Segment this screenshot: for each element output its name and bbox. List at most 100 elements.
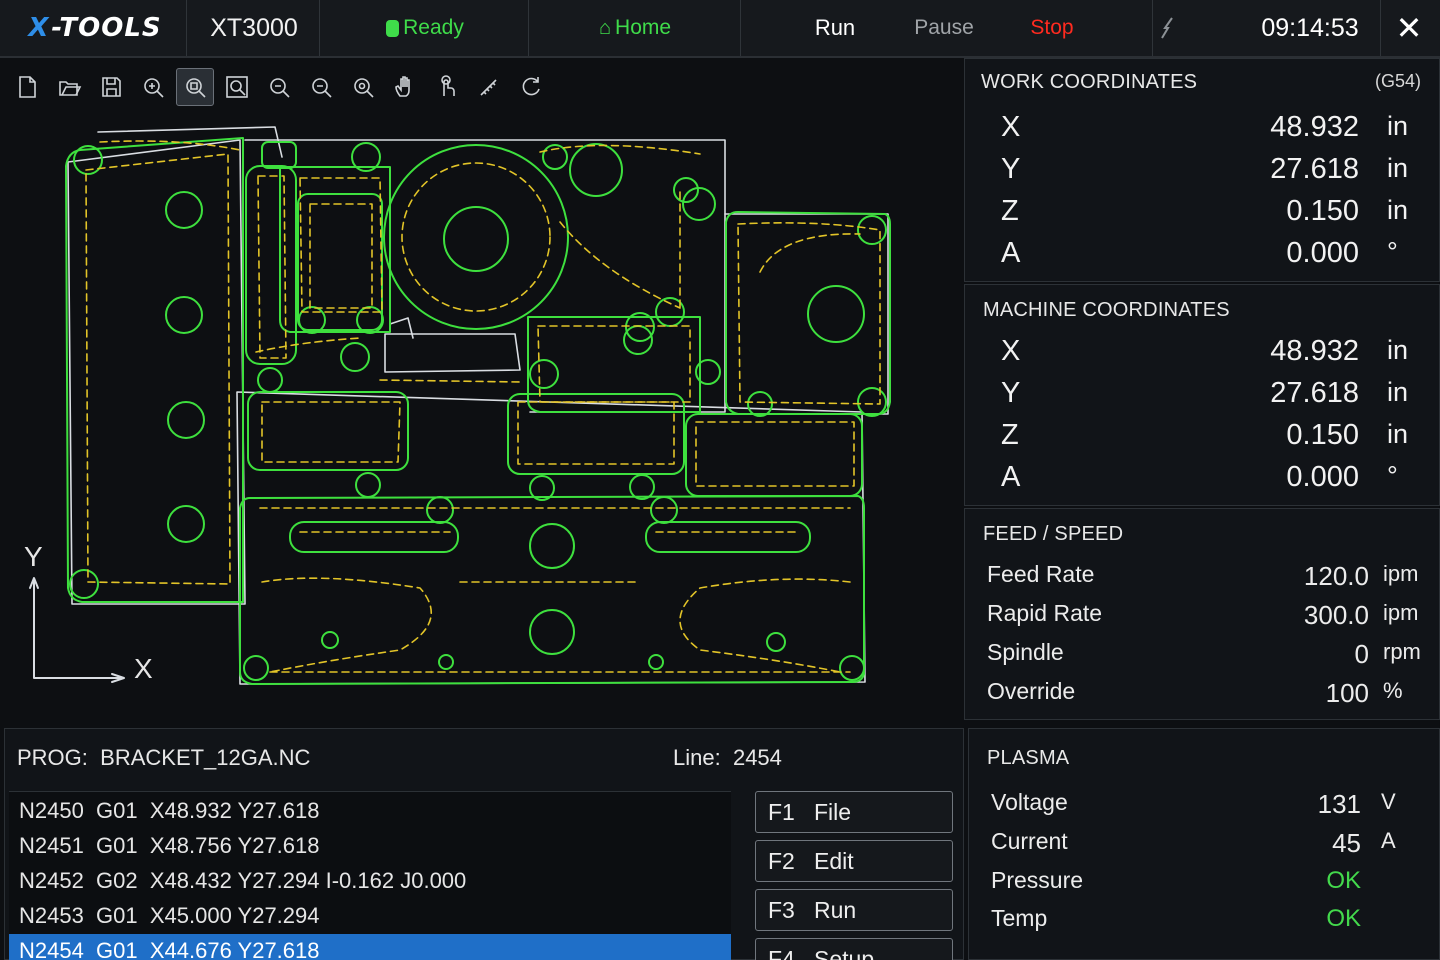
f4-setup-button[interactable]: F4 Setup xyxy=(755,938,953,960)
machine-a-row: A 0.000 ° xyxy=(965,461,1439,501)
work-y-value: 27.618 xyxy=(1270,153,1359,185)
f3-run-button[interactable]: F3 Run xyxy=(755,889,953,931)
work-a-value: 0.000 xyxy=(1286,237,1359,269)
feed-rate-row: Feed Rate 120.0 ipm xyxy=(965,561,1439,597)
fkey-label: Edit xyxy=(814,848,854,874)
work-y-row: Y 27.618 in xyxy=(965,153,1439,193)
axis-x-label: X xyxy=(134,653,153,684)
logo-x: X xyxy=(28,13,50,43)
pause-button[interactable]: Pause xyxy=(898,0,990,56)
spindle-unit: rpm xyxy=(1383,639,1421,664)
open-file-icon[interactable] xyxy=(50,68,88,106)
work-coordinates-panel: WORK COORDINATES (G54) X 48.932 in Y 27.… xyxy=(964,58,1440,282)
line-label: Line: xyxy=(673,745,721,770)
new-file-icon[interactable] xyxy=(8,68,46,106)
gcode-line[interactable]: N2453 G01 X45.000 Y27.294 xyxy=(9,899,731,933)
zoom-out-icon[interactable] xyxy=(302,68,340,106)
program-name: PROG: BRACKET_12GA.NC xyxy=(17,745,310,771)
machine-z-row: Z 0.150 in xyxy=(965,419,1439,459)
temp-status: OK xyxy=(1326,905,1361,932)
unit-label: in xyxy=(1387,419,1409,449)
run-button[interactable]: Run xyxy=(790,0,880,56)
zoom-in-icon[interactable] xyxy=(134,68,172,106)
stop-button[interactable]: Stop xyxy=(1008,0,1096,56)
axis-label: X xyxy=(1001,335,1021,367)
work-z-value: 0.150 xyxy=(1286,195,1359,227)
gcode-line[interactable]: N2451 G01 X48.756 Y27.618 xyxy=(9,829,731,863)
home-label: Home xyxy=(615,16,672,39)
pressure-status: OK xyxy=(1326,867,1361,894)
temp-label: Temp xyxy=(991,905,1048,931)
voltage-row: Voltage 131 V xyxy=(969,789,1439,825)
zoom-fit-icon[interactable] xyxy=(218,68,256,106)
program-filename: BRACKET_12GA.NC xyxy=(100,745,311,770)
unit-label: in xyxy=(1387,111,1409,141)
f2-edit-button[interactable]: F2 Edit xyxy=(755,840,953,882)
home-icon: ⌂ xyxy=(598,16,612,39)
clock: 09:14:53 xyxy=(1261,13,1359,42)
zoom-window-icon[interactable] xyxy=(176,68,214,106)
fkey-number: F2 xyxy=(768,848,795,874)
unit-label: in xyxy=(1387,377,1409,407)
work-z-row: Z 0.150 in xyxy=(965,195,1439,235)
work-x-value: 48.932 xyxy=(1270,111,1359,143)
signal-icon xyxy=(1150,0,1186,56)
line-number: 2454 xyxy=(732,745,782,770)
machine-x-value: 48.932 xyxy=(1270,335,1359,367)
spindle-label: Spindle xyxy=(987,639,1064,665)
save-file-icon[interactable] xyxy=(92,68,130,106)
current-row: Current 45 A xyxy=(969,828,1439,864)
fkey-number: F3 xyxy=(768,897,795,923)
f1-file-button[interactable]: F1 File xyxy=(755,791,953,833)
gcode-line-current[interactable]: N2454 G01 X44.676 Y27.618 xyxy=(9,934,731,960)
status-icon xyxy=(386,19,400,37)
fkey-label: Setup xyxy=(814,946,875,960)
voltage-label: Voltage xyxy=(991,789,1068,815)
axis-label: Z xyxy=(1001,195,1019,227)
axis-label: Z xyxy=(1001,419,1019,451)
close-button[interactable]: ✕ xyxy=(1384,0,1434,56)
override-label: Override xyxy=(987,678,1076,704)
feed-rate-value: 120.0 xyxy=(1303,561,1369,591)
machine-coordinates-panel: MACHINE COORDINATES X 48.932 in Y 27.618… xyxy=(964,284,1440,506)
voltage-unit: V xyxy=(1381,789,1396,814)
program-label: PROG: xyxy=(17,745,88,770)
spindle-value: 0 xyxy=(1354,639,1369,669)
reset-view-icon[interactable] xyxy=(512,68,550,106)
program-panel: PROG: BRACKET_12GA.NC Line: 2454 N2450 G… xyxy=(4,728,964,960)
touch-icon[interactable] xyxy=(428,68,466,106)
axis-label: Y xyxy=(1001,377,1021,409)
unit-label: ° xyxy=(1387,237,1398,267)
gcode-list[interactable]: N2450 G01 X48.932 Y27.618 N2451 G01 X48.… xyxy=(9,791,731,960)
pressure-label: Pressure xyxy=(991,867,1084,893)
work-a-row: A 0.000 ° xyxy=(965,237,1439,277)
measure-icon[interactable] xyxy=(470,68,508,106)
toolpath-canvas[interactable]: Y X xyxy=(0,112,962,722)
machine-y-value: 27.618 xyxy=(1270,377,1359,409)
pan-hand-icon[interactable] xyxy=(386,68,424,106)
rapid-rate-unit: ipm xyxy=(1383,600,1419,625)
zoom-select-icon[interactable] xyxy=(344,68,382,106)
machine-z-value: 0.150 xyxy=(1286,419,1359,451)
zoom-extents-icon[interactable] xyxy=(260,68,298,106)
feed-rate-label: Feed Rate xyxy=(987,561,1095,587)
gcode-line[interactable]: N2452 G02 X48.432 Y27.294 I-0.162 J0.000 xyxy=(9,864,731,898)
work-offset-label: (G54) xyxy=(1374,71,1421,91)
unit-label: ° xyxy=(1387,461,1398,491)
work-coordinates-title: WORK COORDINATES xyxy=(981,71,1198,93)
axis-label: A xyxy=(1001,461,1021,493)
axis-label: X xyxy=(1001,111,1021,143)
status-ready: Ready xyxy=(340,0,510,56)
override-row: Override 100 % xyxy=(965,678,1439,714)
override-value: 100 xyxy=(1325,678,1369,708)
view-toolbar xyxy=(8,68,550,106)
machine-x-row: X 48.932 in xyxy=(965,335,1439,375)
current-value: 45 xyxy=(1332,828,1361,858)
axis-y-label: Y xyxy=(24,541,43,572)
unit-label: in xyxy=(1387,153,1409,183)
feed-speed-title: FEED / SPEED xyxy=(983,523,1124,545)
gcode-line[interactable]: N2450 G01 X48.932 Y27.618 xyxy=(9,794,731,828)
machine-coordinates-title: MACHINE COORDINATES xyxy=(983,299,1230,321)
home-button[interactable]: ⌂ Home xyxy=(560,0,710,56)
fkey-label: File xyxy=(814,799,852,825)
